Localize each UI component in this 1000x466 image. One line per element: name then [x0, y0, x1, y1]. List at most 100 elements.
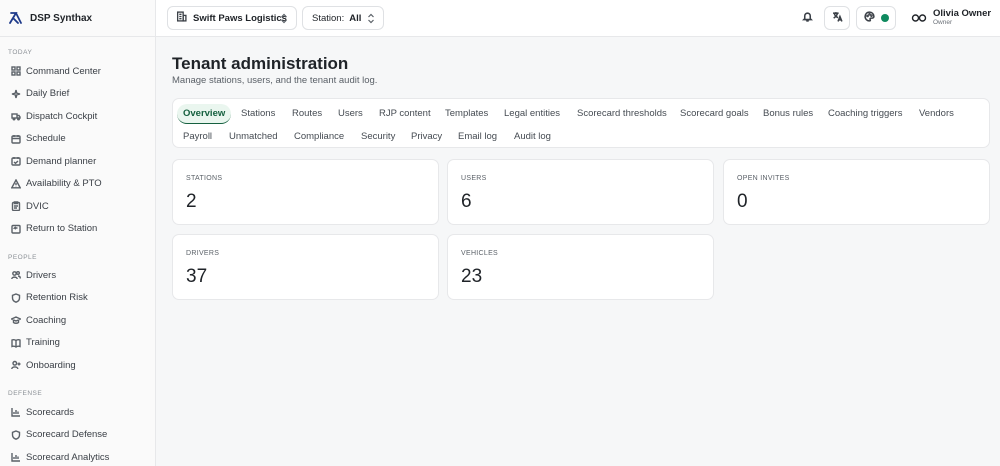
nav-item-label: Dispatch Cockpit	[26, 110, 98, 122]
nav-item-label: Scorecards	[26, 406, 75, 418]
return-icon	[11, 224, 21, 234]
tab-bonus-rules[interactable]: Bonus rules	[763, 104, 813, 124]
tab-overview[interactable]: Overview	[177, 104, 232, 124]
chevron-updown-icon	[280, 13, 288, 27]
tab-scorecard-thresholds[interactable]: Scorecard thresholds	[577, 104, 667, 124]
tab-compliance[interactable]: Compliance	[294, 127, 344, 147]
nav-item-scorecard-defense[interactable]: Scorecard Defense	[0, 424, 155, 447]
nav-group-today: Command Center Daily Brief Dispatch Cock…	[0, 60, 155, 240]
nav-item-schedule[interactable]: Schedule	[0, 128, 155, 151]
nav-item-scorecard-analytics[interactable]: Scorecard Analytics	[0, 446, 155, 466]
theme-button[interactable]	[856, 6, 896, 30]
nav-item-label: Availability & PTO	[26, 178, 102, 190]
bell-icon	[801, 11, 813, 25]
stat-label: STATIONS	[186, 175, 223, 182]
station-select[interactable]: Station: All	[302, 6, 384, 30]
nav-item-return-to-station[interactable]: Return to Station	[0, 218, 155, 241]
tab-rjp-content[interactable]: RJP content	[379, 104, 431, 124]
stat-value: 6	[461, 191, 472, 212]
tab-payroll[interactable]: Payroll	[183, 127, 212, 147]
sparkle-icon	[11, 89, 21, 99]
nav-item-label: Command Center	[26, 65, 101, 77]
tab-legal-entities[interactable]: Legal entities	[504, 104, 560, 124]
bar-chart-icon	[11, 452, 21, 462]
main-content: Tenant administration Manage stations, u…	[156, 37, 1000, 466]
tenant-select[interactable]: Swift Paws Logistics	[167, 6, 297, 30]
nav-item-demand-planner[interactable]: Demand planner	[0, 150, 155, 173]
users-icon	[11, 270, 21, 280]
tab-coaching-triggers[interactable]: Coaching triggers	[828, 104, 902, 124]
notifications-button[interactable]	[796, 6, 818, 30]
warning-icon	[11, 178, 21, 189]
tab-unmatched[interactable]: Unmatched	[229, 127, 278, 147]
tab-security[interactable]: Security	[361, 127, 395, 147]
clipboard-icon	[11, 201, 21, 212]
stat-label: DRIVERS	[186, 250, 220, 257]
nav-item-dvic[interactable]: DVIC	[0, 195, 155, 218]
language-button[interactable]	[824, 6, 850, 30]
nav-item-dispatch-cockpit[interactable]: Dispatch Cockpit	[0, 105, 155, 128]
stat-label: USERS	[461, 175, 487, 182]
user-menu[interactable]: Olivia Owner Owner	[911, 8, 991, 27]
nav-item-onboarding[interactable]: Onboarding	[0, 354, 155, 377]
tab-privacy[interactable]: Privacy	[411, 127, 442, 147]
tab-users[interactable]: Users	[338, 104, 363, 124]
nav-item-label: Schedule	[26, 133, 66, 145]
nav-item-label: Retention Risk	[26, 292, 88, 304]
tab-email-log[interactable]: Email log	[458, 127, 497, 147]
station-value: All	[349, 12, 362, 24]
truck-icon	[11, 111, 21, 121]
user-name: Olivia Owner	[933, 8, 992, 19]
app-name: DSP Synthax	[30, 12, 93, 24]
tab-vendors[interactable]: Vendors	[919, 104, 954, 124]
nav-item-label: Training	[26, 337, 60, 349]
tab-scorecard-goals[interactable]: Scorecard goals	[680, 104, 749, 124]
graduation-cap-icon	[11, 315, 21, 325]
nav-item-label: Demand planner	[26, 155, 97, 167]
nav-item-availability-pto[interactable]: Availability & PTO	[0, 173, 155, 196]
nav-item-label: Scorecard Analytics	[26, 451, 110, 463]
nav-section-people: PEOPLE	[8, 254, 38, 261]
nav-group-people: Drivers Retention Risk Coaching Training…	[0, 264, 155, 377]
nav-item-command-center[interactable]: Command Center	[0, 60, 155, 83]
tab-templates[interactable]: Templates	[445, 104, 488, 124]
nav-item-retention-risk[interactable]: Retention Risk	[0, 287, 155, 310]
nav-item-drivers[interactable]: Drivers	[0, 264, 155, 287]
stat-card-users: USERS 6	[447, 159, 714, 225]
nav-section-today: TODAY	[8, 49, 33, 56]
tab-audit-log[interactable]: Audit log	[514, 127, 551, 147]
user-role: Owner	[933, 19, 953, 26]
stat-value: 0	[737, 191, 748, 212]
stat-value: 37	[186, 266, 208, 287]
station-label: Station:	[312, 12, 345, 24]
page-subtitle: Manage stations, users, and the tenant a…	[172, 75, 378, 86]
nav-item-training[interactable]: Training	[0, 332, 155, 355]
nav-item-label: Onboarding	[26, 359, 76, 371]
topbar: Swift Paws Logistics Station: All Olivia…	[156, 0, 1000, 37]
nav-item-label: DVIC	[26, 200, 49, 212]
calendar-check-icon	[11, 156, 21, 166]
brand[interactable]: DSP Synthax	[0, 0, 155, 37]
chevron-updown-icon	[367, 13, 375, 27]
stat-label: OPEN INVITES	[737, 175, 790, 182]
avatar	[911, 13, 927, 23]
stat-label: VEHICLES	[461, 250, 499, 257]
nav-item-label: Daily Brief	[26, 88, 70, 100]
stat-card-vehicles: VEHICLES 23	[447, 234, 714, 300]
page-title: Tenant administration	[172, 54, 349, 73]
tab-stations[interactable]: Stations	[241, 104, 275, 124]
nav-section-defense: DEFENSE	[8, 390, 43, 397]
sidebar: DSP Synthax TODAY Command Center Daily B…	[0, 0, 156, 466]
stat-card-drivers: DRIVERS 37	[172, 234, 439, 300]
nav-item-coaching[interactable]: Coaching	[0, 309, 155, 332]
status-dot	[881, 14, 889, 22]
tabs-bar: Overview Stations Routes Users RJP conte…	[172, 98, 990, 148]
translate-icon	[832, 11, 843, 25]
nav-item-scorecards[interactable]: Scorecards	[0, 401, 155, 424]
tab-routes[interactable]: Routes	[292, 104, 322, 124]
stat-value: 2	[186, 191, 197, 212]
nav-item-daily-brief[interactable]: Daily Brief	[0, 83, 155, 106]
book-icon	[11, 338, 21, 348]
shield-icon	[11, 430, 21, 440]
calendar-icon	[11, 134, 21, 144]
